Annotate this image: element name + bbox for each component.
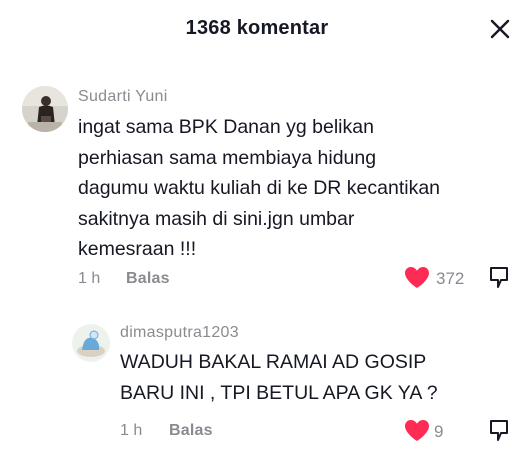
like-count: 372 bbox=[436, 269, 465, 288]
comments-header: 1368 komentar bbox=[0, 0, 514, 62]
dislike-icon[interactable] bbox=[488, 265, 510, 294]
dislike-icon[interactable] bbox=[488, 418, 510, 447]
heart-icon[interactable] bbox=[404, 266, 430, 294]
heart-icon[interactable] bbox=[404, 419, 430, 447]
comment-time: 1 h bbox=[120, 422, 143, 439]
like-count: 9 bbox=[434, 422, 444, 441]
close-icon[interactable] bbox=[490, 19, 510, 39]
avatar[interactable] bbox=[22, 86, 68, 132]
avatar[interactable] bbox=[72, 324, 110, 362]
reply-button[interactable]: Balas bbox=[126, 270, 170, 288]
comments-sheet: 1368 komentar Sudarti Yuni ingat sama BP… bbox=[0, 0, 514, 449]
comment-text: ingat sama BPK Danan yg belikan perhiasa… bbox=[78, 116, 441, 260]
comment-count-title: 1368 komentar bbox=[185, 17, 329, 39]
reply-button[interactable]: Balas bbox=[169, 422, 213, 440]
comment-time: 1 h bbox=[78, 270, 101, 287]
comment-username[interactable]: dimasputra1203 bbox=[120, 324, 239, 342]
comment-text: WADUH BAKAL RAMAI AD GOSIP BARU INI , TP… bbox=[120, 351, 438, 404]
comment-username[interactable]: Sudarti Yuni bbox=[78, 88, 168, 106]
